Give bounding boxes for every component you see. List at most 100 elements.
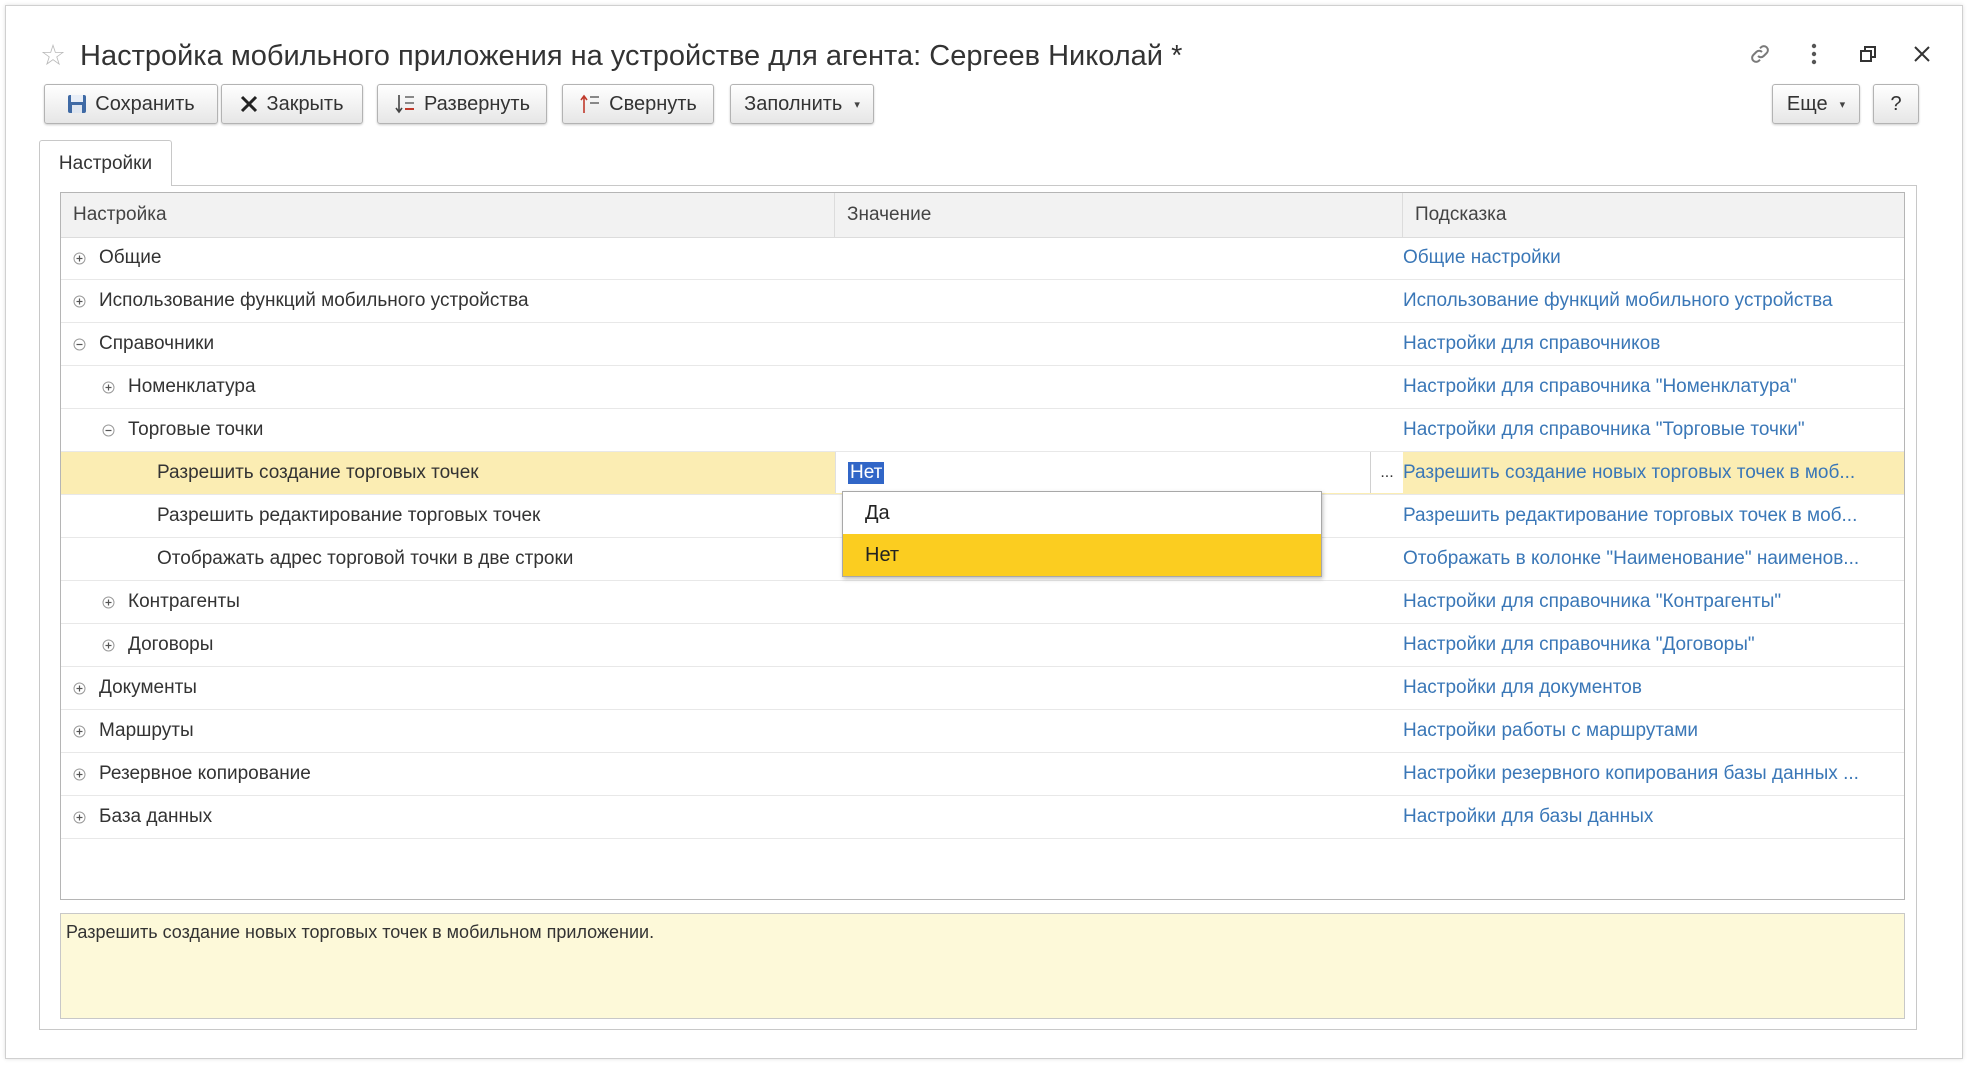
hint-link[interactable]: Настройки для базы данных [1403, 796, 1899, 838]
hint-link-label: Настройки работы с маршрутами [1403, 720, 1699, 741]
hint-link[interactable]: Настройки для документов [1403, 667, 1899, 709]
hint-link[interactable]: Настройки для справочников [1403, 323, 1899, 365]
hint-link[interactable]: Настройки резервного копирования базы да… [1403, 753, 1899, 795]
hint-link-label: Разрешить создание новых торговых точек … [1403, 462, 1856, 483]
hint-link[interactable]: Настройки для справочника "Торговые точк… [1403, 409, 1899, 451]
expand-plus-icon[interactable] [71, 293, 87, 309]
help-button-label: ? [1890, 92, 1902, 115]
setting-name-cell: Номенклатура [100, 366, 256, 408]
dropdown-option-no[interactable]: Нет [843, 534, 1321, 576]
table-row[interactable]: Торговые точки Настройки для справочника … [61, 409, 1904, 452]
table-row[interactable]: Резервное копирование Настройки резервног… [61, 753, 1904, 796]
value-input[interactable]: Нет... [835, 452, 1403, 493]
floppy-disk-icon [67, 94, 87, 114]
hint-link-label: Использование функций мобильного устройс… [1403, 290, 1833, 311]
tab-settings[interactable]: Настройки [39, 140, 172, 186]
fill-button[interactable]: Заполнить ▾ [730, 84, 874, 124]
expand-plus-icon[interactable] [71, 809, 87, 825]
table-row[interactable]: Общие Общие настройки [61, 237, 1904, 280]
restore-icon[interactable] [1852, 38, 1884, 70]
collapse-minus-icon[interactable] [71, 336, 87, 352]
hint-link[interactable]: Использование функций мобильного устройс… [1403, 280, 1899, 322]
hint-link-label: Настройки для документов [1403, 677, 1642, 698]
column-header-label: Подсказка [1415, 204, 1507, 225]
expand-plus-icon[interactable] [71, 680, 87, 696]
close-icon[interactable] [1906, 38, 1938, 70]
column-header-label: Значение [847, 204, 932, 225]
table-row[interactable]: Документы Настройки для документов [61, 667, 1904, 710]
table-row[interactable]: Справочники Настройки для справочников [61, 323, 1904, 366]
setting-name-cell: Договоры [100, 624, 213, 666]
dropdown-caret-icon: ▾ [1839, 98, 1846, 111]
hint-link-label: Общие настройки [1403, 247, 1561, 268]
link-icon[interactable] [1744, 38, 1776, 70]
dropdown-caret-icon: ▾ [854, 98, 860, 111]
hint-link-label: Разрешить редактирование торговых точек … [1403, 505, 1858, 526]
hint-link[interactable]: Настройки для справочника "Договоры" [1403, 624, 1899, 666]
expand-plus-icon[interactable] [71, 250, 87, 266]
expand-plus-icon[interactable] [100, 379, 116, 395]
setting-name-label: База данных [99, 806, 213, 827]
column-header-hint[interactable]: Подсказка [1403, 193, 1904, 237]
setting-name-label: Использование функций мобильного устройс… [99, 290, 529, 311]
expand-plus-icon[interactable] [71, 723, 87, 739]
hint-box: Разрешить создание новых торговых точек … [60, 913, 1905, 1019]
setting-name-cell: Общие [71, 237, 161, 279]
hint-link[interactable]: Общие настройки [1403, 237, 1899, 279]
hint-link[interactable]: Настройки для справочника "Номенклатура" [1403, 366, 1899, 408]
tab-settings-label: Настройки [58, 152, 153, 174]
more-button[interactable]: Еще ▾ [1772, 84, 1860, 124]
table-row[interactable]: Номенклатура Настройки для справочника "Н… [61, 366, 1904, 409]
expand-plus-icon[interactable] [71, 766, 87, 782]
star-icon[interactable]: ☆ [40, 41, 80, 71]
setting-name-label: Номенклатура [128, 376, 256, 397]
hint-link-label: Настройки резервного копирования базы да… [1403, 763, 1859, 784]
hint-link-label: Отображать в колонке "Наименование" наим… [1403, 548, 1860, 569]
setting-name-label: Торговые точки [128, 419, 264, 440]
hint-link[interactable]: Разрешить создание новых торговых точек … [1403, 452, 1899, 494]
column-header-setting[interactable]: Настройка [61, 193, 835, 237]
save-button[interactable]: Сохранить [44, 84, 218, 124]
setting-name-cell: Разрешить создание торговых точек [157, 452, 479, 494]
more-icon[interactable] [1798, 38, 1830, 70]
fill-button-label: Заполнить [744, 92, 843, 115]
table-row[interactable]: Использование функций мобильного устройс… [61, 280, 1904, 323]
dropdown-option-yes[interactable]: Да [843, 492, 1321, 534]
column-header-label: Настройка [73, 204, 167, 225]
hint-link-label: Настройки для справочника "Контрагенты" [1403, 591, 1782, 612]
expand-button[interactable]: Развернуть [377, 84, 547, 124]
table-row[interactable]: База данных Настройки для базы данных [61, 796, 1904, 839]
setting-name-label: Резервное копирование [99, 763, 311, 784]
expand-button-label: Развернуть [423, 92, 530, 115]
choice-button[interactable]: ... [1370, 452, 1403, 493]
dropdown-option-label: Нет [865, 543, 900, 566]
hint-link-label: Настройки для справочника "Договоры" [1403, 634, 1755, 655]
expand-plus-icon[interactable] [100, 637, 116, 653]
setting-name-cell: Торговые точки [100, 409, 263, 451]
collapse-minus-icon[interactable] [100, 422, 116, 438]
setting-name-cell: Отображать адрес торговой точки в две ст… [157, 538, 573, 580]
table-row[interactable]: Контрагенты Настройки для справочника "Ко… [61, 581, 1904, 624]
save-button-label: Сохранить [95, 92, 195, 115]
expand-tree-icon [394, 93, 416, 115]
table-row[interactable]: Разрешить создание торговых точек Нет... Р… [61, 452, 1904, 495]
hint-link[interactable]: Разрешить редактирование торговых точек … [1403, 495, 1899, 537]
hint-link-label: Настройки для справочника "Номенклатура" [1403, 376, 1797, 397]
close-button-label: Закрыть [266, 92, 344, 115]
help-button[interactable]: ? [1873, 84, 1919, 124]
cross-icon [240, 95, 258, 113]
hint-link[interactable]: Настройки для справочника "Контрагенты" [1403, 581, 1899, 623]
hint-text: Разрешить создание новых торговых точек … [66, 922, 655, 942]
hint-link[interactable]: Настройки работы с маршрутами [1403, 710, 1899, 752]
value-selected-text: Нет [848, 462, 885, 484]
setting-name-label: Разрешить редактирование торговых точек [157, 505, 541, 526]
close-button[interactable]: Закрыть [221, 84, 363, 124]
collapse-button[interactable]: Свернуть [562, 84, 714, 124]
setting-name-label: Справочники [99, 333, 215, 354]
collapse-tree-icon [579, 93, 601, 115]
column-header-value[interactable]: Значение [835, 193, 1403, 237]
table-row[interactable]: Договоры Настройки для справочника "Догов… [61, 624, 1904, 667]
expand-plus-icon[interactable] [100, 594, 116, 610]
table-row[interactable]: Маршруты Настройки работы с маршрутами [61, 710, 1904, 753]
hint-link[interactable]: Отображать в колонке "Наименование" наим… [1403, 538, 1899, 580]
